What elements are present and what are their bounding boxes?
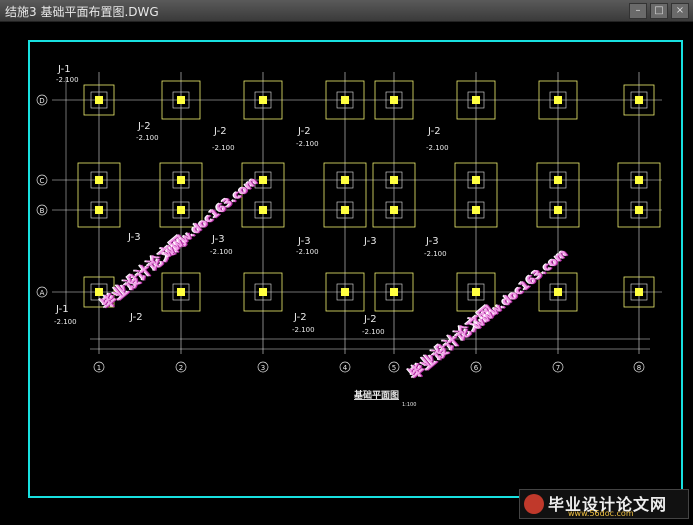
plan-title: 基础平面图 [353, 389, 399, 401]
label-j3-d: J-3 [363, 236, 377, 247]
footing-labels: J-1 -2.100 J-2 -2.100 J-2 -2.100 J-2 -2.… [54, 64, 449, 408]
label-j2-b: J-2 [213, 126, 227, 137]
row-axis-label: B [40, 207, 45, 215]
window-title: 结施3 基础平面布置图.DWG [5, 5, 159, 19]
minimize-button[interactable]: – [629, 3, 647, 19]
label-j2-a-elev: -2.100 [136, 134, 159, 142]
window-titlebar: 结施3 基础平面布置图.DWG – □ × [0, 0, 693, 22]
label-j1-top: J-1 [57, 64, 71, 75]
column-pier [177, 288, 185, 296]
label-j3-c: J-3 [297, 236, 311, 247]
label-j2-g: J-2 [363, 314, 377, 325]
label-j2-d: J-2 [427, 126, 441, 137]
label-j2-c: J-2 [297, 126, 311, 137]
col-axis-label: 4 [343, 364, 348, 372]
label-j1-bot-elev: -2.100 [54, 318, 77, 326]
col-axis-label: 2 [179, 364, 183, 372]
label-j1-bot: J-1 [55, 304, 69, 315]
column-pier [554, 288, 562, 296]
row-axis-label: C [40, 177, 45, 185]
maximize-button[interactable]: □ [650, 3, 668, 19]
column-pier [95, 176, 103, 184]
col-axis-label: 6 [474, 364, 479, 372]
foundation-plan-drawing: 1 2 3 4 5 6 7 8 D C B A J-1 -2.100 J-2 -2.100 J-2 -… [28, 40, 683, 498]
column-pier [177, 206, 185, 214]
column-pier [635, 288, 643, 296]
column-pier [259, 288, 267, 296]
axis-grid [52, 72, 662, 354]
label-j3-b-elev: -2.100 [210, 248, 233, 256]
column-pier [341, 176, 349, 184]
drawing-frame [28, 40, 683, 498]
column-pier [259, 176, 267, 184]
column-pier [390, 96, 398, 104]
column-pier [635, 206, 643, 214]
footer-logo: 毕业设计论文网 www.56doc.com [519, 489, 689, 519]
drawing-canvas[interactable]: 1 2 3 4 5 6 7 8 D C B A J-1 -2.100 J-2 -2.100 J-2 -… [0, 22, 693, 521]
brand-logo-icon [524, 494, 544, 514]
column-pier [390, 288, 398, 296]
column-pier [95, 206, 103, 214]
label-j2-d-elev: -2.100 [426, 144, 449, 152]
footer-url: www.56doc.com [568, 509, 634, 518]
column-pier [472, 176, 480, 184]
label-j2-b-elev: -2.100 [212, 144, 235, 152]
label-j3-d2: J-3 [425, 236, 439, 247]
label-j1-top-elev: -2.100 [56, 76, 79, 84]
label-j2-e: J-2 [129, 312, 143, 323]
column-pier [554, 206, 562, 214]
column-pier [554, 96, 562, 104]
column-pier [472, 288, 480, 296]
column-pier [390, 176, 398, 184]
label-j3-b: J-3 [211, 234, 225, 245]
label-j2-c-elev: -2.100 [296, 140, 319, 148]
label-j3-d-elev: -2.100 [424, 250, 447, 258]
label-j3-c-elev: -2.100 [296, 248, 319, 256]
row-axis-label: A [40, 289, 45, 297]
label-j2-f-elev: -2.100 [292, 326, 315, 334]
column-pier [177, 176, 185, 184]
column-pier [177, 96, 185, 104]
label-j3-a: J-3 [127, 232, 141, 243]
plan-scale: 1:100 [402, 402, 416, 408]
label-j2-g-elev: -2.100 [362, 328, 385, 336]
window-controls: – □ × [629, 3, 689, 19]
col-axis-label: 7 [556, 364, 560, 372]
column-pier [341, 206, 349, 214]
column-pier [259, 206, 267, 214]
column-pier [635, 176, 643, 184]
label-j2-f: J-2 [293, 312, 307, 323]
column-pier [259, 96, 267, 104]
col-axis-label: 1 [97, 364, 101, 372]
column-pier [635, 96, 643, 104]
column-pier [390, 206, 398, 214]
footings [77, 80, 661, 312]
close-button[interactable]: × [671, 3, 689, 19]
column-pier [341, 288, 349, 296]
col-axis-label: 3 [261, 364, 265, 372]
row-axis-label: D [39, 97, 44, 105]
column-pier [95, 96, 103, 104]
column-pier [341, 96, 349, 104]
col-axis-label: 8 [637, 364, 641, 372]
col-axis-label: 5 [392, 364, 396, 372]
column-pier [554, 176, 562, 184]
label-j2-a: J-2 [137, 121, 151, 132]
column-pier [472, 96, 480, 104]
column-pier [472, 206, 480, 214]
